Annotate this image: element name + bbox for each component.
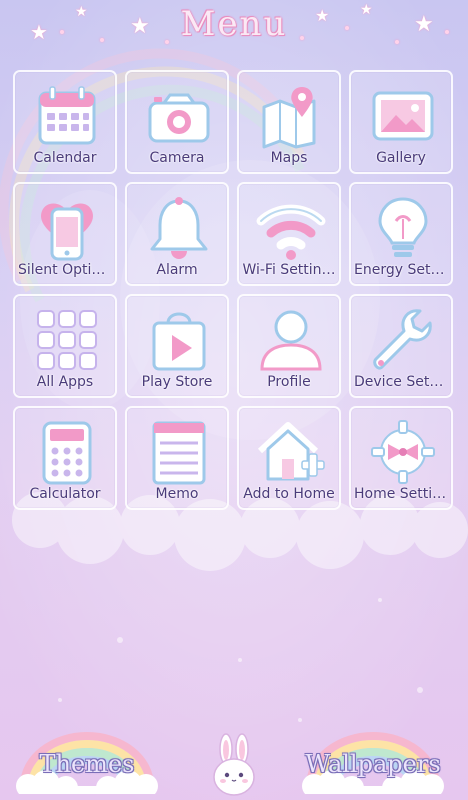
tile-label: All Apps (36, 374, 94, 390)
tile-label: Home Settin… (354, 486, 448, 502)
wallpapers-button[interactable]: Wallpapers (298, 728, 448, 794)
app-grid: Calendar Camera Maps Gallery Silent Opti… (13, 70, 455, 512)
tile-label: Silent Optio… (18, 262, 112, 278)
wifi-icon (256, 204, 326, 260)
tile-memo[interactable]: Memo (125, 406, 229, 510)
tile-add-to-home[interactable]: Add to Home (237, 406, 341, 510)
tile-all-apps[interactable]: All Apps (13, 294, 117, 398)
tile-energy-settings[interactable]: Energy Setti… (349, 182, 453, 286)
tile-label: Camera (149, 150, 205, 166)
bell-icon (150, 197, 208, 259)
map-pin-icon (262, 87, 316, 149)
image-icon (372, 91, 434, 141)
themes-label: Themes (39, 750, 135, 778)
tile-label: Wi-Fi Settin… (242, 262, 336, 278)
tile-calendar[interactable]: Calendar (13, 70, 117, 174)
tile-profile[interactable]: Profile (237, 294, 341, 398)
tile-label: Calculator (29, 486, 101, 502)
calculator-icon (42, 421, 92, 485)
calendar-icon (38, 86, 96, 145)
person-icon (260, 310, 322, 371)
tile-gallery[interactable]: Gallery (349, 70, 453, 174)
tile-label: Calendar (33, 150, 97, 166)
tile-label: Energy Setti… (354, 262, 448, 278)
wrench-icon (373, 309, 432, 370)
tile-maps[interactable]: Maps (237, 70, 341, 174)
play-store-bag-icon (152, 312, 206, 371)
tile-camera[interactable]: Camera (125, 70, 229, 174)
house-plus-icon (257, 422, 325, 481)
tile-label: Device Setti… (354, 374, 448, 390)
tile-label: Play Store (141, 374, 213, 390)
page-title: Menu (180, 4, 288, 44)
bunny-icon (213, 733, 255, 796)
tile-label: Profile (267, 374, 311, 390)
camera-icon (148, 93, 210, 143)
themes-button[interactable]: Themes (12, 728, 162, 794)
tile-label: Maps (270, 150, 308, 166)
tile-device-settings[interactable]: Device Setti… (349, 294, 453, 398)
header: ★ ★ ★ ★ ★ ★ Menu (0, 0, 468, 58)
phone-heart-icon (41, 203, 93, 261)
apps-grid-icon (37, 310, 97, 370)
memo-icon (152, 421, 206, 485)
tile-label: Alarm (156, 262, 198, 278)
gear-bow-icon (371, 420, 435, 484)
tile-label: Memo (155, 486, 199, 502)
tile-play-store[interactable]: Play Store (125, 294, 229, 398)
tile-label: Add to Home (243, 486, 335, 502)
tile-wifi-settings[interactable]: Wi-Fi Settin… (237, 182, 341, 286)
lightbulb-icon (378, 197, 428, 257)
tile-label: Gallery (376, 150, 426, 166)
wallpapers-label: Wallpapers (305, 750, 441, 778)
tile-home-settings[interactable]: Home Settin… (349, 406, 453, 510)
tile-calculator[interactable]: Calculator (13, 406, 117, 510)
tile-silent-options[interactable]: Silent Optio… (13, 182, 117, 286)
tile-alarm[interactable]: Alarm (125, 182, 229, 286)
